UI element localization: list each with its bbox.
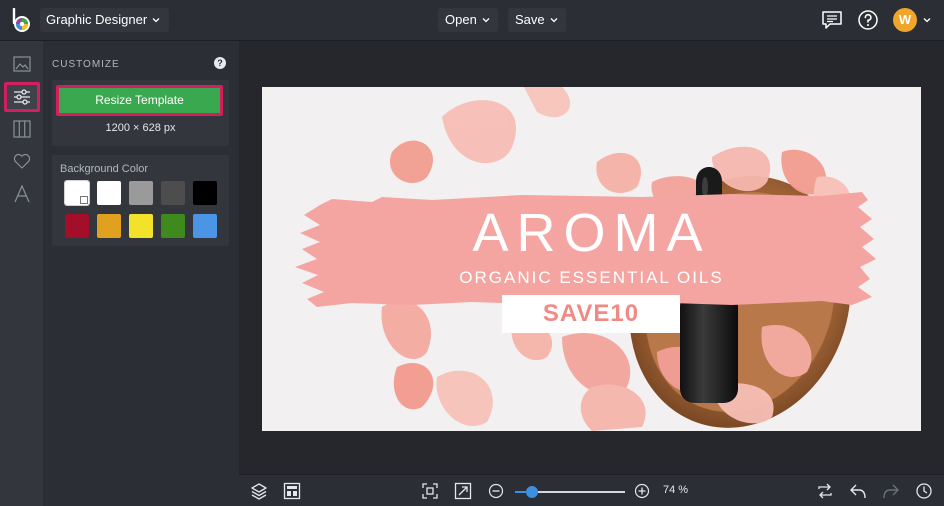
app-switcher-dropdown[interactable]: Graphic Designer (40, 8, 170, 32)
chevron-down-icon[interactable] (922, 15, 932, 25)
color-swatch[interactable] (64, 180, 90, 206)
text-icon (14, 185, 30, 203)
chevron-down-icon (550, 18, 558, 23)
panel-help-icon[interactable]: ? (214, 57, 226, 69)
feedback-icon[interactable] (820, 8, 844, 32)
resize-card: Resize Template 1200 × 628 px (52, 80, 229, 146)
layout-icon (13, 120, 31, 138)
zoom-in-icon[interactable] (633, 482, 651, 500)
color-swatch[interactable] (193, 214, 217, 238)
template-icon[interactable] (283, 482, 301, 500)
rail-item-favorites[interactable] (4, 146, 40, 176)
zoom-out-icon[interactable] (487, 482, 505, 500)
open-label: Open (445, 12, 477, 27)
canvas-code[interactable]: SAVE10 (502, 295, 680, 333)
canvas-headline[interactable]: AROMA (262, 203, 921, 263)
heart-icon (13, 153, 31, 169)
template-dimensions: 1200 × 628 px (105, 122, 176, 134)
zoom-slider[interactable] (515, 486, 625, 498)
redo-icon[interactable] (882, 482, 900, 500)
sliders-icon (14, 89, 30, 105)
color-swatch[interactable] (161, 214, 185, 238)
canvas-stage: AROMA ORGANIC ESSENTIAL OILS SAVE10 (239, 41, 944, 474)
rail-item-text[interactable] (4, 179, 40, 209)
color-swatch[interactable] (129, 181, 153, 205)
resize-highlight: Resize Template (56, 85, 223, 116)
color-swatch[interactable] (97, 214, 121, 238)
zoom-slider-handle[interactable] (525, 486, 538, 498)
help-icon[interactable] (856, 8, 880, 32)
flip-icon[interactable] (816, 482, 834, 500)
bottom-toolbar: 74 % (239, 474, 944, 506)
background-color-card: Background Color (52, 155, 229, 246)
history-icon[interactable] (915, 482, 933, 500)
open-button[interactable]: Open (438, 8, 498, 32)
color-swatch[interactable] (97, 181, 121, 205)
app-name: Graphic Designer (46, 12, 148, 27)
layers-icon[interactable] (250, 482, 268, 500)
rail-item-image[interactable] (4, 49, 40, 79)
zoom-value: 74 % (663, 484, 689, 496)
actual-size-icon[interactable] (454, 482, 472, 500)
custom-color-corner-icon (80, 196, 88, 204)
save-button[interactable]: Save (508, 8, 566, 32)
tool-rail (0, 41, 43, 506)
color-swatch[interactable] (129, 214, 153, 238)
panel-title: CUSTOMIZE (52, 59, 120, 70)
top-bar: Graphic Designer Open Save W (0, 0, 944, 41)
background-color-label: Background Color (60, 163, 149, 175)
resize-template-button[interactable]: Resize Template (59, 88, 220, 113)
customize-panel: CUSTOMIZE ? Resize Template 1200 × 628 p… (43, 41, 239, 506)
fit-to-screen-icon[interactable] (421, 482, 439, 500)
rail-item-layouts[interactable] (4, 114, 40, 144)
chevron-down-icon (482, 18, 490, 23)
canvas-subline[interactable]: ORGANIC ESSENTIAL OILS (262, 268, 921, 288)
color-swatch[interactable] (161, 181, 185, 205)
chevron-down-icon (152, 18, 160, 23)
image-icon (13, 56, 31, 72)
user-avatar[interactable]: W (893, 8, 917, 32)
design-canvas[interactable]: AROMA ORGANIC ESSENTIAL OILS SAVE10 (262, 87, 921, 431)
rail-item-customize[interactable] (4, 82, 40, 112)
undo-icon[interactable] (849, 482, 867, 500)
befunky-logo[interactable] (10, 8, 34, 34)
color-swatch[interactable] (65, 214, 89, 238)
save-label: Save (515, 12, 545, 27)
color-swatch[interactable] (193, 181, 217, 205)
